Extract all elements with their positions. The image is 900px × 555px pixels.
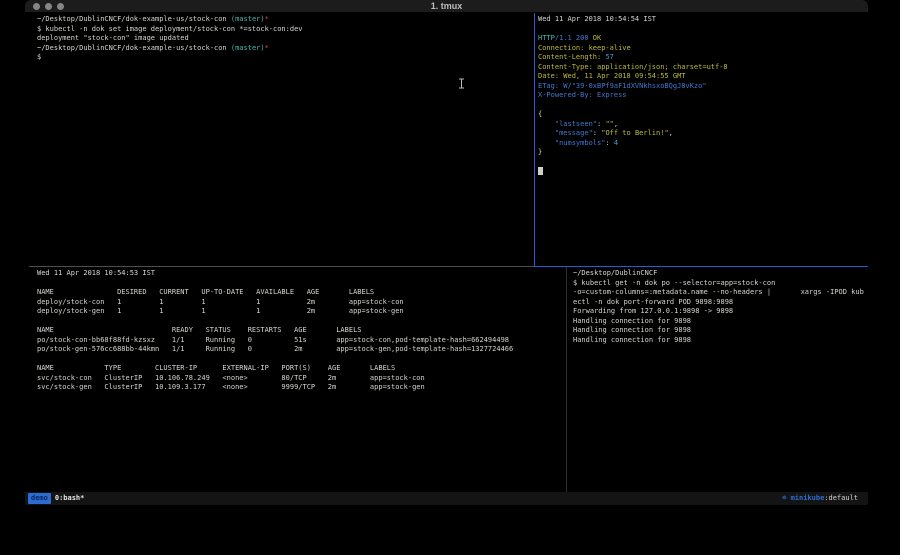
kubernetes-helm-icon: ☸ bbox=[782, 494, 786, 502]
mouse-cursor-ibeam bbox=[458, 74, 465, 85]
kube-context-status: ☸ minikube:default bbox=[782, 492, 858, 505]
kube-namespace: :default bbox=[824, 494, 858, 502]
window-title: 1. tmux bbox=[25, 1, 868, 11]
terminal-window: 1. tmux ~/Desktop/DublinCNCF/dok-example… bbox=[25, 0, 868, 505]
pane-bottom-left[interactable]: Wed 11 Apr 2018 10:54:53 IST NAME DESIRE… bbox=[25, 267, 566, 492]
title-bar[interactable]: 1. tmux bbox=[25, 0, 868, 13]
pane-top-right[interactable]: Wed 11 Apr 2018 10:54:54 IST HTTP/1.1 20… bbox=[535, 13, 868, 266]
status-window-item[interactable]: 0:bash* bbox=[55, 492, 85, 505]
tmux-status-bar: demo 0:bash* ☸ minikube:default bbox=[25, 492, 868, 505]
desktop-background: 1. tmux ~/Desktop/DublinCNCF/dok-example… bbox=[0, 0, 900, 555]
pane-bottom-right[interactable]: ~/Desktop/DublinCNCF$ kubectl get -n dok… bbox=[567, 267, 868, 492]
session-name-badge: demo bbox=[28, 493, 51, 504]
terminal-body: ~/Desktop/DublinCNCF/dok-example-us/stoc… bbox=[25, 13, 868, 492]
kube-context-name: minikube bbox=[791, 494, 825, 502]
pane-top-left[interactable]: ~/Desktop/DublinCNCF/dok-example-us/stoc… bbox=[25, 13, 534, 266]
status-bar-left: demo 0:bash* bbox=[28, 492, 84, 505]
